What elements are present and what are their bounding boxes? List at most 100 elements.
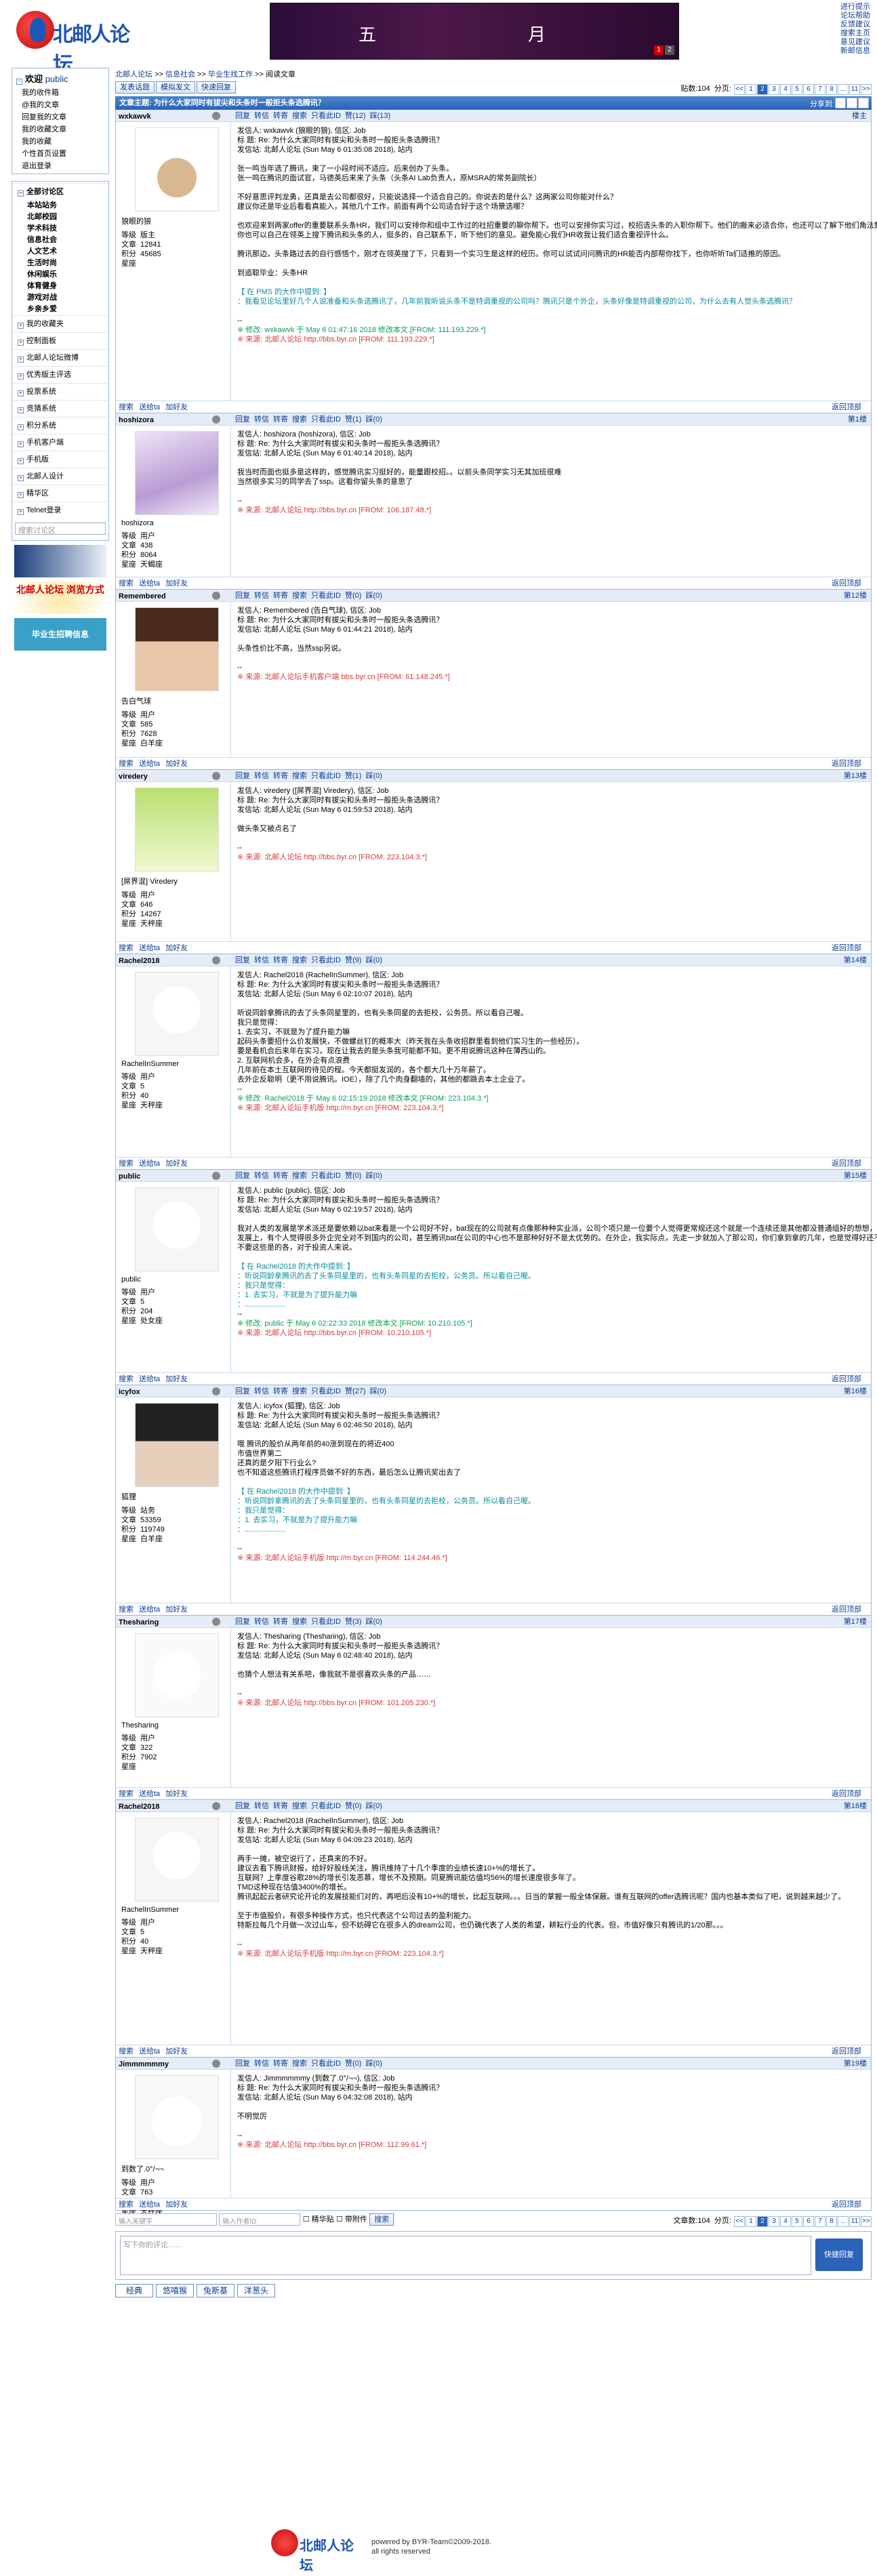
search-link[interactable]: 搜索	[292, 1387, 307, 1395]
view-link[interactable]: 搜索	[119, 1375, 134, 1383]
only-id-link[interactable]: 只看此ID	[311, 1618, 341, 1626]
crumb-link[interactable]: 北邮人论坛	[115, 70, 152, 79]
page-link[interactable]: >>	[861, 2216, 872, 2227]
reply-link[interactable]: 回复	[235, 772, 250, 780]
dislike-link[interactable]: 踩(0)	[370, 1387, 386, 1395]
sidebar-section[interactable]: + 手机客户端	[12, 434, 108, 451]
forward-link[interactable]: 转寄	[273, 956, 288, 964]
avatar[interactable]	[135, 1633, 219, 1717]
back-to-top-link[interactable]: 返回顶部	[832, 1373, 861, 1385]
page-current[interactable]: 2	[757, 84, 768, 95]
back-to-top-link[interactable]: 返回顶部	[832, 2199, 861, 2211]
like-link[interactable]: 赞(0)	[345, 1802, 361, 1810]
gift-link[interactable]: 送给ta	[139, 1790, 160, 1798]
avatar[interactable]	[135, 2075, 219, 2159]
gift-link[interactable]: 送给ta	[139, 1606, 160, 1614]
only-id-link[interactable]: 只看此ID	[311, 772, 341, 780]
sidebar-link[interactable]: @我的文章	[12, 99, 108, 111]
reply-link[interactable]: 回复	[235, 415, 250, 424]
dislike-link[interactable]: 踩(0)	[365, 772, 382, 780]
mode-button[interactable]: 模拟发文	[156, 81, 195, 94]
only-id-link[interactable]: 只看此ID	[311, 112, 341, 120]
page-link[interactable]: 4	[780, 2216, 791, 2227]
keyword-input[interactable]: 输入关键字	[115, 2213, 217, 2226]
only-id-link[interactable]: 只看此ID	[311, 1387, 341, 1395]
add-friend-link[interactable]: 加好友	[165, 1160, 188, 1168]
sidebar-section[interactable]: + 积分系统	[12, 417, 108, 434]
back-to-top-link[interactable]: 返回顶部	[832, 1788, 861, 1800]
page-link[interactable]: 8	[826, 2216, 837, 2227]
view-link[interactable]: 搜索	[119, 1160, 134, 1168]
quick-reply-submit-button[interactable]: 快捷回复	[815, 2238, 863, 2271]
top-link[interactable]: 进行提示	[840, 3, 877, 12]
dislike-link[interactable]: 踩(13)	[370, 112, 391, 120]
sidebar-link[interactable]: 我的收藏文章	[12, 123, 108, 136]
back-to-top-link[interactable]: 返回顶部	[832, 1603, 861, 1616]
banner-page-1[interactable]: 1	[654, 45, 664, 55]
view-link[interactable]: 搜索	[119, 760, 134, 768]
back-to-top-link[interactable]: 返回顶部	[832, 2045, 861, 2058]
view-link[interactable]: 搜索	[119, 579, 134, 588]
forward-link[interactable]: 转寄	[273, 1802, 288, 1810]
share-icon[interactable]	[858, 98, 869, 108]
search-link[interactable]: 搜索	[292, 1802, 307, 1810]
reply-textarea[interactable]: 写下你的评论……	[120, 2236, 811, 2275]
emoticon-tab[interactable]: 悠嘻猴	[156, 2284, 194, 2297]
add-friend-link[interactable]: 加好友	[165, 760, 188, 768]
sidebar-section[interactable]: + 手机版	[12, 451, 108, 468]
reply-link[interactable]: 回复	[235, 1618, 250, 1626]
emoticon-tab[interactable]: 洋葱头	[237, 2284, 275, 2297]
page-link[interactable]: 7	[815, 2216, 825, 2227]
sidebar-item[interactable]: 乡亲乡爱	[12, 304, 108, 315]
back-to-top-link[interactable]: 返回顶部	[832, 942, 861, 954]
view-link[interactable]: 搜索	[119, 2201, 134, 2209]
page-link[interactable]: <<	[734, 2216, 745, 2227]
post-author[interactable]: Remembered	[119, 592, 166, 600]
gift-link[interactable]: 送给ta	[139, 403, 160, 411]
page-link[interactable]: 11	[849, 2216, 860, 2227]
only-id-link[interactable]: 只看此ID	[311, 592, 341, 600]
dislike-link[interactable]: 踩(0)	[365, 2060, 382, 2068]
reply-link[interactable]: 回复	[235, 112, 250, 120]
author-input[interactable]: 输入作者ID	[219, 2213, 301, 2226]
top-link[interactable]: 新邮信息	[840, 47, 877, 56]
sidebar-link[interactable]: 回复我的文章	[12, 111, 108, 123]
digest-checkbox[interactable]: ☐ 精华贴	[303, 2215, 334, 2224]
add-friend-link[interactable]: 加好友	[165, 1375, 188, 1383]
mail-link[interactable]: 转信	[254, 1172, 269, 1180]
quick-reply-button[interactable]: 快速回复	[197, 81, 236, 94]
ad-banner[interactable]: 五 月 12	[270, 3, 679, 60]
promo-jobs[interactable]: 毕业生招聘信息	[14, 618, 106, 651]
mail-link[interactable]: 转信	[254, 2060, 269, 2068]
page-link[interactable]: ...	[838, 2216, 849, 2227]
page-link[interactable]: ...	[838, 84, 849, 95]
sidebar-item[interactable]: 生活时尚	[12, 258, 108, 269]
mail-link[interactable]: 转信	[254, 772, 269, 780]
expand-icon[interactable]: −	[16, 79, 22, 85]
add-friend-link[interactable]: 加好友	[165, 1790, 188, 1798]
page-link[interactable]: 1	[746, 2216, 756, 2227]
dislike-link[interactable]: 踩(0)	[365, 956, 382, 964]
mail-link[interactable]: 转信	[254, 592, 269, 600]
gift-link[interactable]: 送给ta	[139, 1375, 160, 1383]
sidebar-link[interactable]: 退出登录	[12, 160, 108, 172]
like-link[interactable]: 赞(1)	[345, 772, 361, 780]
mail-link[interactable]: 转信	[254, 956, 269, 964]
post-author[interactable]: viredery	[119, 773, 148, 781]
avatar[interactable]	[135, 607, 219, 691]
mail-link[interactable]: 转信	[254, 112, 269, 120]
gift-link[interactable]: 送给ta	[139, 760, 160, 768]
share-icon[interactable]	[847, 98, 857, 108]
sidebar-item[interactable]: 北邮校园	[12, 211, 108, 223]
sidebar-section[interactable]: + 精华区	[12, 485, 108, 502]
search-link[interactable]: 搜索	[292, 1618, 307, 1626]
sidebar-search-input[interactable]: 搜索讨论区	[15, 523, 106, 535]
page-link[interactable]: 1	[746, 84, 756, 95]
like-link[interactable]: 赞(0)	[345, 592, 361, 600]
add-friend-link[interactable]: 加好友	[165, 403, 188, 411]
forward-link[interactable]: 转寄	[273, 772, 288, 780]
sidebar-section[interactable]: + 我的收藏夹	[12, 315, 108, 332]
post-author[interactable]: public	[119, 1172, 140, 1181]
dislike-link[interactable]: 踩(0)	[365, 415, 382, 424]
only-id-link[interactable]: 只看此ID	[311, 956, 341, 964]
